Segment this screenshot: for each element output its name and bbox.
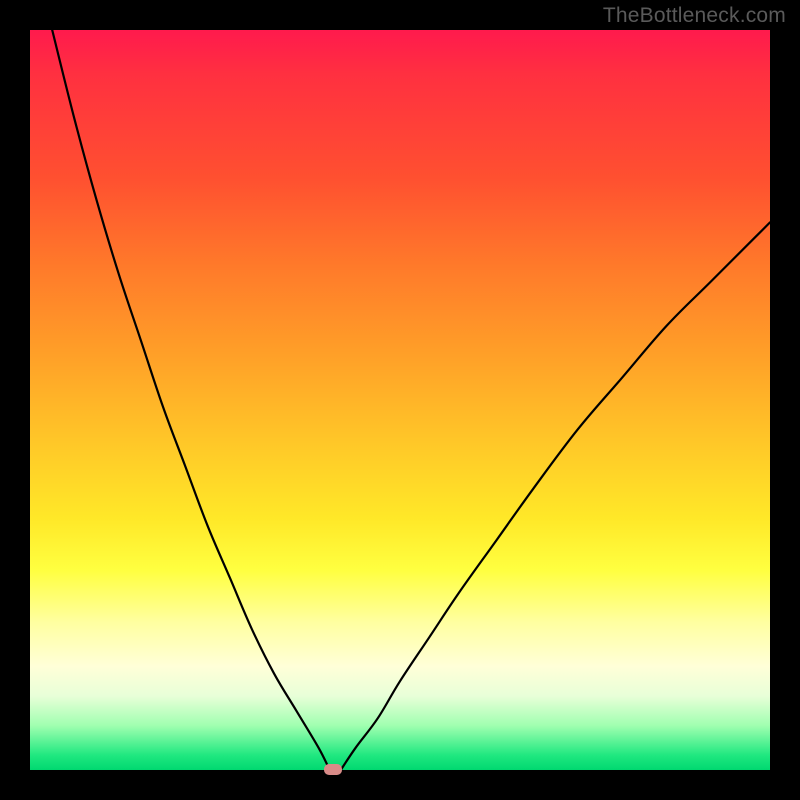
bottleneck-curve <box>30 30 770 770</box>
chart-frame: TheBottleneck.com <box>0 0 800 800</box>
watermark-text: TheBottleneck.com <box>603 4 786 28</box>
chart-plot-area <box>30 30 770 770</box>
optimum-marker <box>324 764 342 775</box>
